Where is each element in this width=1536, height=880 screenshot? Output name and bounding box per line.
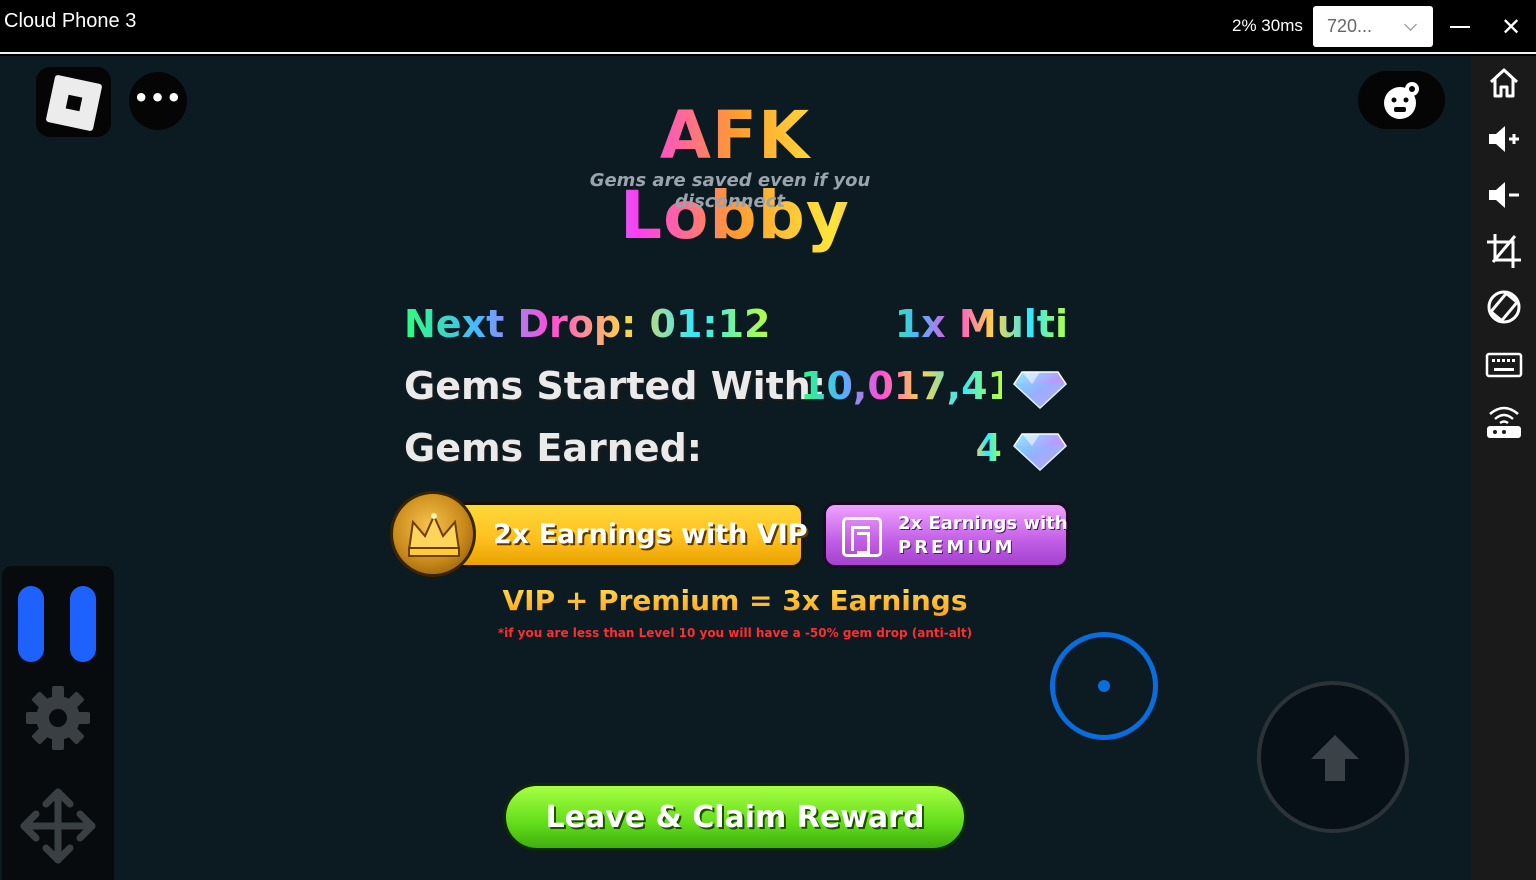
keyboard-icon[interactable] bbox=[1485, 346, 1523, 384]
emote-icon bbox=[1384, 82, 1419, 119]
network-icon[interactable] bbox=[1485, 402, 1523, 440]
jump-arrow-icon bbox=[1311, 735, 1359, 781]
chevron-down-icon bbox=[1404, 18, 1417, 31]
crown-coin-icon bbox=[390, 491, 476, 577]
app-title: Cloud Phone 3 bbox=[4, 10, 137, 32]
gear-icon[interactable] bbox=[24, 684, 92, 752]
minimize-button[interactable] bbox=[1450, 14, 1472, 40]
window-titlebar: Cloud Phone 3 2% 30ms 720... ✕ bbox=[0, 0, 1536, 54]
anti-alt-note: *if you are less than Level 10 you will … bbox=[497, 626, 973, 640]
gems-earned-value: 4 bbox=[930, 426, 1002, 470]
cloud-phone-sidebar bbox=[1471, 56, 1536, 880]
multiplier-label: 1x Multi bbox=[880, 302, 1068, 346]
performance-stats: 2% 30ms bbox=[1232, 16, 1303, 35]
combo-earnings-text: VIP + Premium = 3x Earnings bbox=[440, 584, 1030, 617]
premium-button-line2: PREMIUM bbox=[898, 537, 1016, 558]
lobby-subtitle: Gems are saved even if you disconnect bbox=[589, 170, 871, 212]
rotate-icon[interactable] bbox=[1485, 288, 1523, 326]
gems-started-value: 10,017,418 bbox=[800, 364, 1041, 408]
resolution-select[interactable]: 720... bbox=[1313, 6, 1433, 47]
gem-icon bbox=[1013, 371, 1067, 410]
resolution-value: 720... bbox=[1327, 16, 1373, 36]
leave-claim-reward-button[interactable]: Leave & Claim Reward bbox=[503, 783, 967, 851]
gems-earned-label: Gems Earned: bbox=[404, 426, 702, 470]
gems-started-label: Gems Started With: bbox=[404, 364, 827, 408]
pause-icon[interactable] bbox=[70, 586, 96, 662]
control-panel bbox=[2, 566, 114, 880]
pause-icon[interactable] bbox=[18, 586, 44, 662]
claim-button-label: Leave & Claim Reward bbox=[545, 800, 925, 835]
next-drop-timer: Next Drop: 01:12 bbox=[404, 302, 771, 346]
gem-icon bbox=[1013, 433, 1067, 472]
roblox-logo-icon bbox=[45, 74, 103, 132]
game-viewport[interactable]: ••• AFK Lobby Gems are saved even if you… bbox=[0, 56, 1471, 880]
premium-logo-icon bbox=[842, 517, 882, 557]
jump-button[interactable] bbox=[1257, 681, 1409, 833]
emote-button[interactable] bbox=[1358, 71, 1445, 129]
vip-earnings-button[interactable]: 2x Earnings with VIP bbox=[450, 502, 808, 568]
move-icon[interactable] bbox=[16, 784, 100, 868]
premium-button-line1: 2x Earnings with bbox=[898, 513, 1068, 534]
close-button[interactable]: ✕ bbox=[1499, 15, 1523, 39]
home-icon[interactable] bbox=[1485, 64, 1523, 102]
crop-icon[interactable] bbox=[1485, 232, 1523, 270]
target-icon[interactable] bbox=[1050, 632, 1158, 740]
premium-earnings-button[interactable]: 2x Earnings with PREMIUM bbox=[823, 502, 1069, 568]
volume-up-icon[interactable] bbox=[1485, 120, 1523, 158]
more-button[interactable]: ••• bbox=[129, 72, 187, 130]
roblox-menu-button[interactable] bbox=[36, 67, 111, 137]
vip-button-label: 2x Earnings with VIP bbox=[493, 519, 808, 550]
volume-down-icon[interactable] bbox=[1485, 176, 1523, 214]
